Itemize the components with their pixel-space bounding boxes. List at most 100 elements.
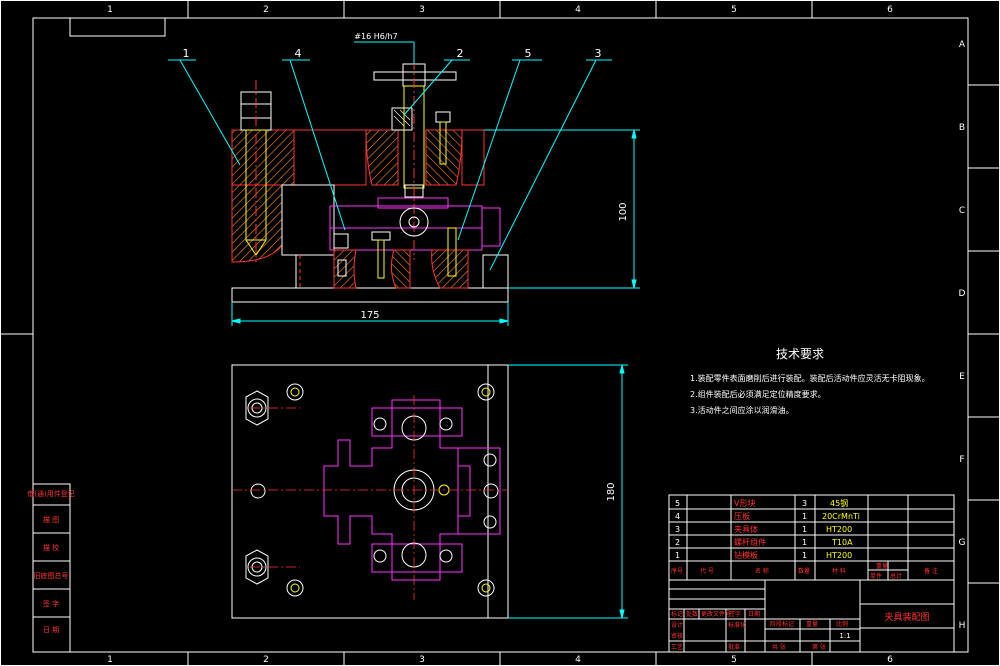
bom-no: 5 [675, 499, 680, 508]
bom-qty: 3 [802, 499, 807, 508]
balloon-5: 5 [525, 47, 532, 60]
front-view [231, 42, 509, 303]
bom-name: V形块 [734, 498, 755, 508]
tech-item: 1.装配零件表面磨削后进行装配。装配后活动件应灵活无卡阻现象。 [690, 373, 930, 383]
bom-material: 45钢 [830, 498, 848, 508]
vblock-left-hatch [333, 249, 357, 289]
row-label: D [959, 289, 966, 299]
strip-label: 日 期 [43, 626, 59, 634]
title-label: 审核 [671, 632, 683, 640]
cad-drawing-sheet: 1 2 3 4 5 6 1 2 3 4 5 6 A B C D E F G H … [0, 0, 1000, 666]
strip-label: 旧底图总号 [34, 571, 69, 580]
row-label: G [959, 538, 966, 548]
title-label: 重量 [806, 620, 818, 628]
bom-header: 名 称 [755, 567, 769, 575]
col-label-bottom: 6 [887, 655, 893, 665]
bom-header: 单件 [870, 572, 882, 580]
drawing-title: 夹具装配图 [884, 611, 929, 623]
dimension-175: 175 [360, 310, 379, 321]
col-label-top: 5 [731, 5, 737, 15]
technical-requirements: 技术要求 1.装配零件表面磨削后进行装配。装配后活动件应灵活无卡阻现象。 2.组… [690, 347, 930, 415]
bom-qty: 1 [802, 512, 807, 521]
col-label-top: 4 [575, 5, 581, 15]
col-label-bottom: 2 [263, 655, 269, 665]
scale-value: 1:1 [839, 632, 850, 640]
tech-item: 3.活动件之间应涂以润滑油。 [690, 405, 794, 415]
title-label: 批准 [728, 643, 740, 651]
bom-no: 4 [675, 512, 680, 521]
tech-title: 技术要求 [776, 347, 824, 361]
clamp-assembly [329, 197, 501, 251]
strip-label: 签 字 [43, 599, 59, 608]
fit-label: #16 H6/h7 [354, 32, 397, 41]
title-label: 第 张 [812, 643, 826, 651]
bom-name: 夹具体 [734, 524, 758, 534]
bom-header: 代 号 [700, 567, 714, 575]
drill-plate-hatch-mid [365, 129, 399, 186]
bom-header: 备 注 [924, 567, 938, 575]
column-left-hatch [231, 184, 283, 263]
strip-label: 描 图 [43, 515, 59, 524]
bom-material: 20CrMnTi [822, 512, 860, 521]
bom-material: HT200 [826, 551, 852, 560]
col-label-top: 6 [887, 5, 893, 15]
bom-name: 螺杆组件 [734, 537, 766, 547]
drill-plate-left-section [231, 129, 295, 186]
plan-base [231, 364, 509, 619]
title-label: 标记 [671, 610, 683, 618]
title-label: 设计 [671, 621, 683, 629]
dimension-180: 180 [606, 482, 617, 501]
bom-qty: 1 [802, 538, 807, 547]
col-label-bottom: 5 [731, 655, 737, 665]
bom-name: 压板 [734, 511, 750, 521]
leader-5 [457, 59, 521, 241]
tech-item: 2.组件装配后必须满足定位精度要求。 [690, 389, 826, 399]
bom-header-weight: 重量 [876, 562, 888, 570]
column-left-body [281, 184, 335, 256]
dimension-100: 100 [618, 202, 629, 221]
title-label: 比例 [836, 620, 848, 628]
strip-label: 描 校 [43, 543, 59, 552]
bom-material: HT200 [826, 525, 852, 534]
drill-plate-middle [293, 129, 367, 186]
drill-plate-hatch-right [425, 129, 463, 186]
title-label: 日期 [748, 610, 760, 618]
bom-name: 钻模板 [734, 550, 758, 560]
drill-plate-right [461, 129, 485, 186]
row-label: C [959, 206, 965, 216]
balloon-3: 3 [595, 47, 602, 60]
left-registration-strip: 借(通)用件登记 描 图 描 校 旧底图总号 签 字 日 期 [27, 483, 75, 653]
leader-4 [289, 59, 346, 231]
leader-2 [403, 59, 453, 116]
col-label-top: 2 [263, 5, 269, 15]
vblock-right-hatch [431, 249, 469, 289]
title-label: 阶段标记 [770, 620, 794, 628]
bom-header: 序号 [671, 567, 683, 575]
row-label: A [959, 40, 966, 50]
title-label: 标准化 [728, 621, 746, 629]
col-label-bottom: 3 [419, 655, 425, 665]
balloon-4: 4 [295, 47, 302, 60]
col-label-bottom: 1 [107, 655, 113, 665]
row-label: B [959, 123, 965, 133]
col-label-top: 1 [107, 5, 113, 15]
row-label: H [959, 621, 966, 631]
leader-3 [489, 59, 597, 271]
bom-header: 数量 [798, 567, 810, 575]
col-label-top: 3 [419, 5, 425, 15]
balloon-2: 2 [457, 47, 464, 60]
base-plate [231, 287, 509, 303]
bom-table: 5 V形块 3 45钢 4 压板 1 20CrMnTi 3 夹具体 1 HT20… [668, 494, 955, 581]
title-label: 共 张 [772, 643, 786, 651]
leader-1 [179, 59, 241, 166]
bom-qty: 1 [802, 525, 807, 534]
bom-no: 3 [675, 525, 680, 534]
zone-columns-top [0, 0, 1000, 666]
bom-no: 1 [675, 551, 680, 560]
vblock-mid-hatch [390, 249, 411, 289]
bom-header: 材 料 [832, 567, 846, 575]
t-handle [373, 71, 457, 81]
balloon-1: 1 [183, 47, 190, 60]
bom-material: T10A [831, 538, 853, 547]
title-label: 更改文件号 [701, 610, 731, 618]
